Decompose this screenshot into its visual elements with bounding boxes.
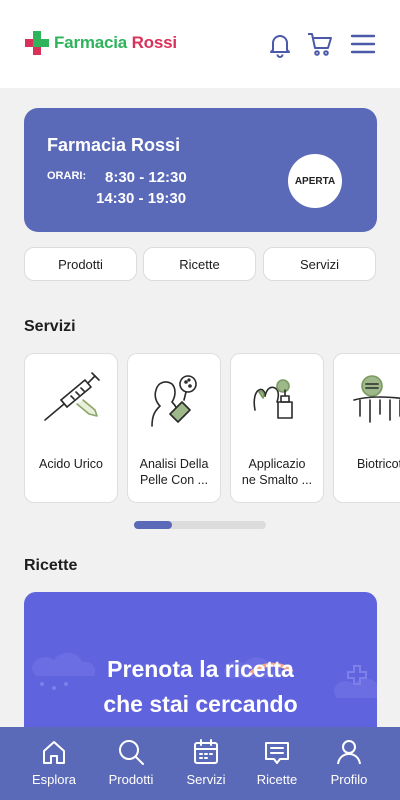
store-info-card[interactable]: Farmacia Rossi ORARI: 8:30 - 12:30 14:30…: [24, 108, 377, 232]
skin-analysis-icon: [151, 375, 197, 427]
syringe-icon: [44, 372, 100, 421]
afternoon-hours: 14:30 - 19:30: [96, 190, 187, 207]
nav-label: Prodotti: [108, 772, 154, 787]
recipes-section-title: Ricette: [24, 557, 78, 574]
user-icon: [337, 740, 361, 765]
brand-name: Farmacia Rossi: [54, 33, 177, 53]
brand-name-part2: Rossi: [131, 33, 177, 52]
nav-label: Profilo: [330, 772, 368, 787]
app-header: Farmacia Rossi: [0, 0, 400, 88]
service-card-biotricote[interactable]: Biotricote: [333, 353, 400, 503]
store-name: Farmacia Rossi: [47, 135, 181, 155]
tab-servizi[interactable]: Servizi: [263, 247, 376, 281]
nav-label: Esplora: [31, 772, 77, 787]
service-label: Analisi Della Pelle Con ...: [139, 457, 209, 487]
nav-esplora[interactable]: Esplora: [14, 727, 94, 800]
brand-name-part1: Farmacia: [54, 33, 128, 52]
calendar-icon: [194, 739, 218, 764]
nav-ricette[interactable]: Ricette: [237, 727, 317, 800]
prescription-icon: [265, 742, 289, 764]
services-scrollbar-thumb[interactable]: [134, 521, 173, 529]
nav-profilo[interactable]: Profilo: [309, 727, 389, 800]
cart-icon[interactable]: [306, 30, 334, 58]
brand-logo[interactable]: Farmacia Rossi: [24, 30, 177, 56]
services-carousel[interactable]: Acido Urico Analisi Della Pelle Con ... …: [0, 353, 400, 503]
nav-label: Ricette: [256, 772, 298, 787]
nav-servizi[interactable]: Servizi: [166, 727, 246, 800]
tab-prodotti[interactable]: Prodotti: [24, 247, 137, 281]
bottom-navigation: Esplora Prodotti Servizi Ricette Profilo: [0, 727, 400, 800]
service-label: Biotricote: [356, 457, 400, 471]
open-status-badge: APERTA: [288, 154, 342, 208]
service-label: Acido Urico: [39, 457, 103, 471]
service-card-acido-urico[interactable]: Acido Urico: [24, 353, 118, 503]
services-scrollbar[interactable]: [134, 521, 266, 529]
nav-prodotti[interactable]: Prodotti: [91, 727, 171, 800]
nail-polish-icon: [253, 379, 293, 419]
menu-icon[interactable]: [349, 30, 377, 58]
promo-line-2: che stai cercando: [103, 691, 298, 717]
tab-ricette[interactable]: Ricette: [143, 247, 256, 281]
service-label: Applicazio ne Smalto ...: [241, 457, 313, 487]
hours-label: ORARI:: [47, 170, 87, 182]
promo-text: Prenota la ricetta che stai cercando: [24, 652, 377, 722]
morning-hours: 8:30 - 12:30: [105, 169, 187, 186]
service-card-applicazione-smalto[interactable]: Applicazio ne Smalto ...: [230, 353, 324, 503]
home-icon: [43, 741, 65, 764]
pharmacy-cross-icon: [25, 31, 49, 55]
nav-label: Servizi: [186, 772, 226, 787]
service-card-analisi-pelle[interactable]: Analisi Della Pelle Con ...: [127, 353, 221, 503]
services-section-title: Servizi: [24, 318, 76, 335]
hair-icon: [353, 375, 400, 423]
search-icon: [119, 740, 144, 765]
bell-icon[interactable]: [266, 30, 294, 58]
promo-line-1: Prenota la ricetta: [107, 656, 294, 682]
